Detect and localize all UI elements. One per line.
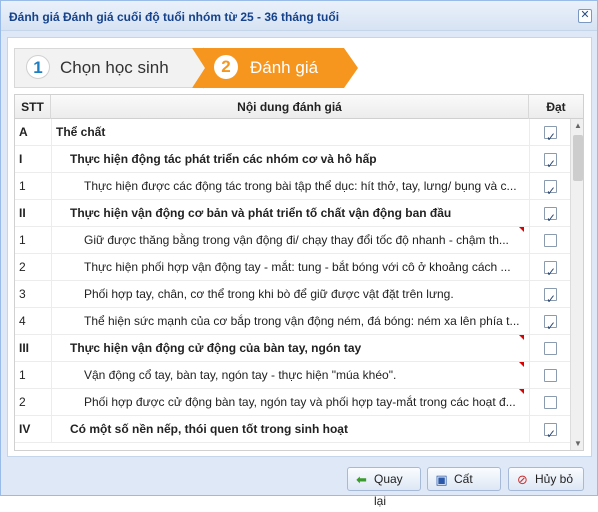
modified-marker: [519, 389, 524, 394]
table-row[interactable]: 2 Phối hợp được cử động bàn tay, ngón tay…: [15, 389, 570, 416]
cancel-button[interactable]: ⊘ Hủy bỏ: [508, 467, 584, 491]
grid-header: STT Nội dung đánh giá Đạt: [15, 95, 583, 119]
save-button[interactable]: ▣ Cất: [427, 467, 501, 491]
row-stt: III: [19, 341, 30, 355]
row-dat-cell: [529, 281, 570, 308]
column-header-content[interactable]: Nội dung đánh giá: [51, 95, 529, 119]
dat-checkbox[interactable]: [544, 259, 557, 281]
dat-checkbox[interactable]: [544, 286, 557, 308]
table-row[interactable]: IV Có một số nền nếp, thói quen tốt trong…: [15, 416, 570, 443]
row-dat-cell: [529, 335, 570, 362]
table-row[interactable]: 4 Thể hiện sức mạnh của cơ bắp trong vận …: [15, 308, 570, 335]
row-content: Có một số nền nếp, thói quen tốt trong s…: [51, 416, 523, 443]
table-row[interactable]: A Thể chất: [15, 119, 570, 146]
dat-checkbox[interactable]: [544, 151, 557, 173]
scroll-down-icon[interactable]: ▼: [571, 437, 583, 450]
dat-checkbox[interactable]: [544, 205, 557, 227]
row-stt: 1: [19, 233, 26, 247]
dat-checkbox[interactable]: [544, 369, 557, 382]
row-stt: 2: [19, 260, 26, 274]
row-stt: 3: [19, 287, 26, 301]
row-stt: 4: [19, 314, 26, 328]
table-row[interactable]: II Thực hiện vận động cơ bản và phát triể…: [15, 200, 570, 227]
step-number-1: 1: [26, 55, 50, 79]
back-button-label: Quay lại: [374, 472, 403, 508]
wizard-steps: 1 Chọn học sinh 2 Đánh giá: [14, 47, 584, 89]
dialog-title: Đánh giá Đánh giá cuối độ tuổi nhóm từ 2…: [9, 10, 340, 24]
row-dat-cell: [529, 254, 570, 281]
dat-checkbox[interactable]: [544, 421, 557, 443]
title-bar: Đánh giá Đánh giá cuối độ tuổi nhóm từ 2…: [1, 1, 597, 31]
table-row[interactable]: 1 Giữ được thăng bằng trong vận động đi/ …: [15, 227, 570, 254]
modified-marker: [519, 227, 524, 232]
dat-checkbox[interactable]: [544, 178, 557, 200]
table-row[interactable]: I Thực hiện động tác phát triển các nhóm …: [15, 146, 570, 173]
row-content: Thực hiện phối hợp vận động tay - mắt: t…: [51, 254, 523, 281]
arrow-left-icon: ⬅: [356, 472, 367, 487]
dat-checkbox[interactable]: [544, 396, 557, 409]
table-row[interactable]: 1 Thực hiện được các động tác trong bài t…: [15, 173, 570, 200]
row-dat-cell: [529, 416, 570, 443]
row-dat-cell: [529, 227, 570, 254]
modified-marker: [519, 335, 524, 340]
floppy-disk-icon: ▣: [435, 472, 448, 487]
row-dat-cell: [529, 308, 570, 335]
save-button-label: Cất: [454, 472, 473, 486]
step-active-arrow: [344, 48, 358, 88]
row-content: Thực hiện động tác phát triển các nhóm c…: [51, 146, 523, 173]
row-stt: 1: [19, 179, 26, 193]
row-stt: I: [19, 152, 23, 166]
row-content: Vận động cổ tay, bàn tay, ngón tay - thự…: [51, 362, 523, 389]
column-header-dat[interactable]: Đạt: [529, 95, 583, 119]
step-label-2: Đánh giá: [250, 58, 319, 77]
row-dat-cell: [529, 119, 570, 146]
back-button[interactable]: ⬅ Quay lại: [347, 467, 421, 508]
row-content: Giữ được thăng bằng trong vận động đi/ c…: [51, 227, 523, 254]
row-content: Phối hợp tay, chân, cơ thể trong khi bò …: [51, 281, 523, 308]
evaluation-dialog: Đánh giá Đánh giá cuối độ tuổi nhóm từ 2…: [0, 0, 598, 508]
row-content: Phối hợp được cử động bàn tay, ngón tay …: [51, 389, 523, 416]
dat-checkbox[interactable]: [544, 234, 557, 247]
table-row[interactable]: 1 Vận động cổ tay, bàn tay, ngón tay - th…: [15, 362, 570, 389]
row-stt: A: [19, 125, 28, 139]
scroll-thumb[interactable]: [573, 135, 583, 181]
evaluation-grid: STT Nội dung đánh giá Đạt A Thể chất I Thực…: [14, 94, 584, 451]
column-header-stt[interactable]: STT: [15, 95, 51, 119]
row-stt: II: [19, 206, 26, 220]
vertical-scrollbar[interactable]: ▲ ▼: [570, 119, 583, 450]
close-icon[interactable]: ✕: [578, 9, 592, 23]
row-dat-cell: [529, 173, 570, 200]
row-dat-cell: [529, 146, 570, 173]
row-dat-cell: [529, 389, 570, 416]
row-content: Thực hiện được các động tác trong bài tậ…: [51, 173, 523, 200]
step-notch: [192, 48, 205, 88]
row-content: Thể chất: [51, 119, 523, 146]
main-panel: 1 Chọn học sinh 2 Đánh giá STT Nội dung …: [7, 37, 592, 457]
table-row[interactable]: III Thực hiện vận động cử động của bàn ta…: [15, 335, 570, 362]
dat-checkbox[interactable]: [544, 342, 557, 355]
cancel-circle-icon: ⊘: [517, 472, 528, 487]
row-content: Thể hiện sức mạnh của cơ bắp trong vận đ…: [51, 308, 523, 335]
row-dat-cell: [529, 362, 570, 389]
table-row[interactable]: 3 Phối hợp tay, chân, cơ thể trong khi bò…: [15, 281, 570, 308]
modified-marker: [519, 362, 524, 367]
cancel-button-label: Hủy bỏ: [535, 472, 574, 486]
dat-checkbox[interactable]: [544, 313, 557, 335]
step-number-2: 2: [214, 55, 238, 79]
table-row[interactable]: 2 Thực hiện phối hợp vận động tay - mắt: …: [15, 254, 570, 281]
row-stt: 1: [19, 368, 26, 382]
scroll-up-icon[interactable]: ▲: [571, 119, 583, 133]
row-stt: IV: [19, 422, 31, 436]
dat-checkbox[interactable]: [544, 124, 557, 146]
step-label-1: Chọn học sinh: [60, 58, 169, 77]
row-content: Thực hiện vận động cử động của bàn tay, …: [51, 335, 523, 362]
row-stt: 2: [19, 395, 26, 409]
row-dat-cell: [529, 200, 570, 227]
row-content: Thực hiện vận động cơ bản và phát triển …: [51, 200, 523, 227]
